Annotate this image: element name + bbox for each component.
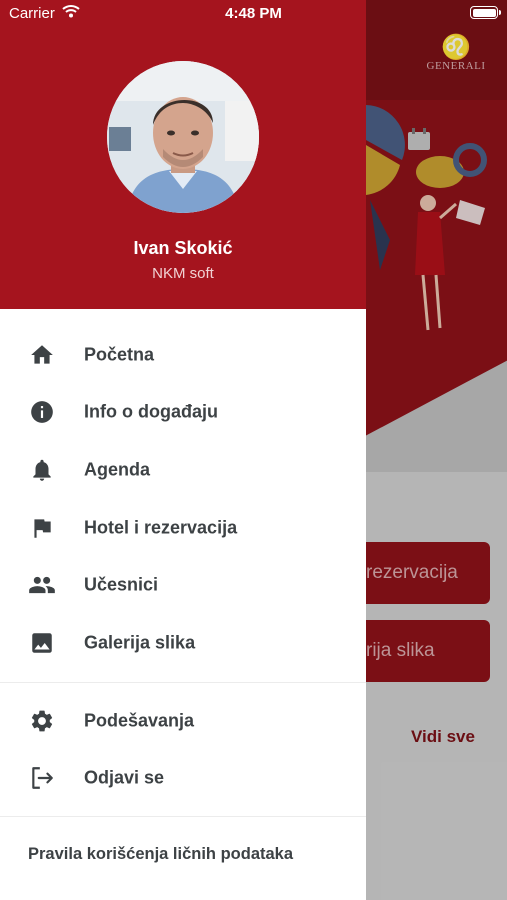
primary-menu: Početna Info o događaju Agenda Hotel i r… <box>0 326 366 672</box>
menu-item-galerija[interactable]: Galerija slika <box>0 614 366 672</box>
menu-item-podesavanja[interactable]: Podešavanja <box>0 692 366 750</box>
info-icon <box>28 398 56 426</box>
menu-item-pocetna[interactable]: Početna <box>0 326 366 384</box>
home-icon <box>28 341 56 369</box>
status-bar: Carrier 4:48 PM <box>0 0 507 27</box>
privacy-policy-link[interactable]: Pravila korišćenja ličnih podataka <box>28 845 293 864</box>
menu-item-ucesnici[interactable]: Učesnici <box>0 556 366 614</box>
menu-item-label: Podešavanja <box>84 710 195 731</box>
gear-icon <box>28 707 56 735</box>
secondary-menu: Podešavanja Odjavi se <box>0 692 366 807</box>
menu-item-label: Galerija slika <box>84 632 196 653</box>
user-name: Ivan Skokić <box>133 238 233 258</box>
menu-item-label: Učesnici <box>84 574 159 595</box>
bell-icon <box>28 456 56 484</box>
clock: 4:48 PM <box>225 5 282 22</box>
menu-divider <box>0 682 366 683</box>
menu-divider <box>0 816 366 817</box>
menu-item-label: Hotel i rezervacija <box>84 517 238 538</box>
flag-icon <box>28 514 56 542</box>
logout-icon <box>28 764 56 792</box>
menu-item-info[interactable]: Info o događaju <box>0 384 366 442</box>
image-icon <box>28 629 56 657</box>
people-icon <box>28 571 56 599</box>
avatar[interactable] <box>107 61 259 213</box>
menu-item-odjavi[interactable]: Odjavi se <box>0 750 366 808</box>
battery-icon <box>470 6 501 19</box>
menu-item-label: Odjavi se <box>84 767 165 788</box>
drawer-header: Ivan Skokić NKM soft <box>0 0 366 309</box>
menu-item-hotel[interactable]: Hotel i rezervacija <box>0 499 366 557</box>
menu-item-label: Početna <box>84 344 155 365</box>
user-organization: NKM soft <box>152 265 214 282</box>
menu-item-agenda[interactable]: Agenda <box>0 441 366 499</box>
profile-photo <box>107 61 259 213</box>
menu-item-label: Agenda <box>84 459 151 480</box>
navigation-drawer: Ivan Skokić NKM soft Početna Info o doga… <box>0 0 366 900</box>
menu-item-label: Info o događaju <box>84 401 218 422</box>
